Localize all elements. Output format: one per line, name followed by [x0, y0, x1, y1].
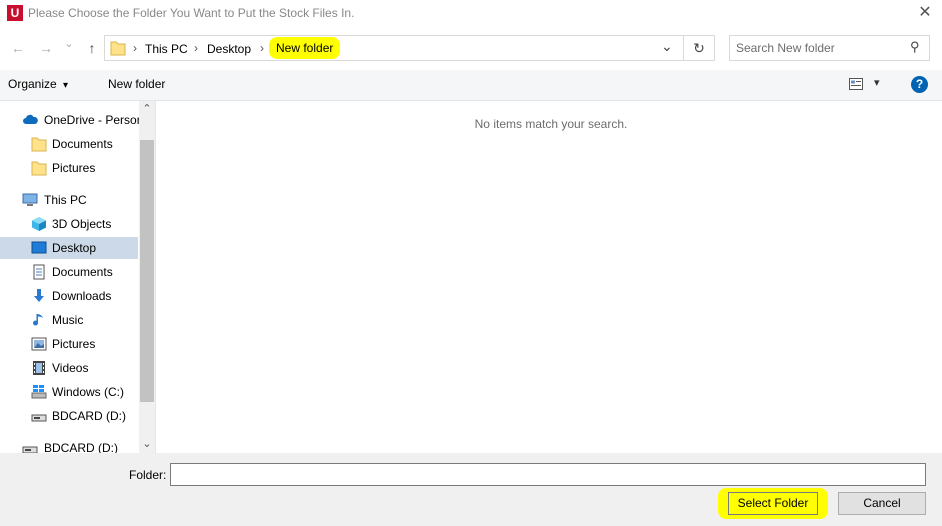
breadcrumb-new-folder[interactable]: New folder — [269, 37, 341, 59]
sidebar-item-3d-objects[interactable]: 3D Objects — [0, 213, 138, 235]
address-dropdown-chevron-icon[interactable]: ⌄ — [661, 38, 673, 55]
address-bar[interactable]: › This PC › Desktop › New folder ⌄ — [104, 35, 684, 61]
music-note-icon — [33, 314, 43, 326]
film-icon — [33, 361, 45, 375]
sidebar-item-music[interactable]: Music — [0, 309, 138, 331]
window-title: Please Choose the Folder You Want to Put… — [28, 6, 355, 20]
help-icon[interactable]: ? — [911, 76, 928, 93]
breadcrumb-separator: › — [133, 41, 137, 55]
close-button[interactable]: ✕ — [910, 2, 940, 24]
search-box[interactable]: ⚲ — [729, 35, 930, 61]
sidebar-item-label: Pictures — [52, 161, 96, 175]
select-folder-button[interactable]: Select Folder — [728, 492, 818, 515]
search-icon[interactable]: ⚲ — [910, 39, 920, 55]
folder-name-field[interactable] — [170, 463, 926, 486]
cube-icon — [32, 217, 46, 231]
folder-icon — [110, 41, 126, 56]
sidebar-item-label: Pictures — [52, 337, 96, 351]
cloud-icon — [23, 114, 38, 124]
sidebar-item-label: Documents — [52, 137, 113, 151]
scroll-down-arrow-icon[interactable]: ⌄ — [140, 437, 154, 451]
sidebar-item-label: Desktop — [52, 241, 97, 255]
breadcrumb-this-pc[interactable]: This PC — [145, 42, 188, 56]
search-input[interactable] — [736, 40, 896, 56]
sidebar-item-label: Documents — [52, 265, 113, 279]
organize-label: Organize — [8, 77, 57, 91]
scroll-thumb[interactable] — [140, 140, 154, 402]
sidebar-item-label: Downloads — [52, 289, 112, 303]
sidebar-item-label: This PC — [44, 193, 87, 207]
sidebar-item-downloads[interactable]: Downloads — [0, 285, 138, 307]
app-logo-icon: U — [7, 5, 23, 21]
new-folder-button[interactable]: New folder — [108, 77, 165, 91]
cancel-button[interactable]: Cancel — [838, 492, 926, 515]
organize-menu-button[interactable]: Organize ▾ — [8, 77, 68, 91]
organize-caret-icon: ▾ — [63, 80, 69, 91]
up-arrow-icon[interactable]: ↑ — [82, 38, 102, 58]
document-icon — [33, 264, 45, 280]
breadcrumb-desktop[interactable]: Desktop — [207, 42, 251, 56]
download-arrow-icon — [34, 289, 44, 302]
sidebar-item-label: Videos — [52, 361, 89, 375]
windows-drive-icon — [31, 385, 47, 399]
sidebar-item-label: Windows (C:) — [52, 385, 125, 399]
sidebar-item-label: 3D Objects — [52, 217, 112, 231]
sidebar-item-label: BDCARD (D:) — [52, 409, 126, 423]
sidebar-item-label: OneDrive - Person — [44, 113, 144, 127]
sidebar-item-this-pc[interactable]: This PC — [0, 189, 138, 211]
folder-label: Folder: — [129, 468, 167, 482]
back-arrow-icon[interactable]: ← — [8, 38, 28, 58]
empty-message: No items match your search. — [474, 117, 628, 131]
sidebar-item-windows-c[interactable]: Windows (C:) — [0, 381, 138, 403]
sidebar-item-bdcard-d[interactable]: BDCARD (D:) — [0, 405, 138, 427]
folder-icon — [31, 161, 47, 176]
sidebar-item-documents[interactable]: Documents — [0, 261, 138, 283]
desktop-icon — [31, 241, 47, 254]
view-options-button[interactable] — [849, 78, 863, 93]
picture-icon — [31, 337, 47, 351]
sidebar-item-onedrive-pictures[interactable]: Pictures — [0, 157, 138, 179]
command-toolbar: Organize ▾ New folder ▾ ? — [0, 70, 942, 101]
breadcrumb-separator: › — [194, 41, 198, 55]
sidebar-item-onedrive[interactable]: OneDrive - Person — [0, 109, 143, 131]
navigation-pane: OneDrive - Person Documents Pictures Thi… — [0, 101, 156, 455]
sidebar-item-desktop[interactable]: Desktop — [0, 237, 138, 259]
breadcrumb-separator: › — [260, 41, 264, 55]
sidebar-item-label: Music — [52, 313, 84, 327]
folder-icon — [31, 137, 47, 152]
view-icon — [849, 78, 863, 90]
sidebar-item-pictures[interactable]: Pictures — [0, 333, 138, 355]
view-caret-icon[interactable]: ▾ — [874, 76, 880, 89]
drive-icon — [31, 414, 47, 422]
refresh-button[interactable]: ↻ — [684, 35, 715, 61]
computer-icon — [22, 193, 38, 206]
recent-locations-chevron-icon[interactable]: ⌄ — [62, 34, 76, 54]
title-bar: U Please Choose the Folder You Want to P… — [0, 0, 942, 28]
file-list-area[interactable] — [156, 101, 942, 453]
sidebar-item-onedrive-documents[interactable]: Documents — [0, 133, 138, 155]
sidebar-item-videos[interactable]: Videos — [0, 357, 138, 379]
forward-arrow-icon[interactable]: → — [36, 38, 56, 58]
scroll-up-arrow-icon[interactable]: ⌃ — [140, 102, 154, 116]
